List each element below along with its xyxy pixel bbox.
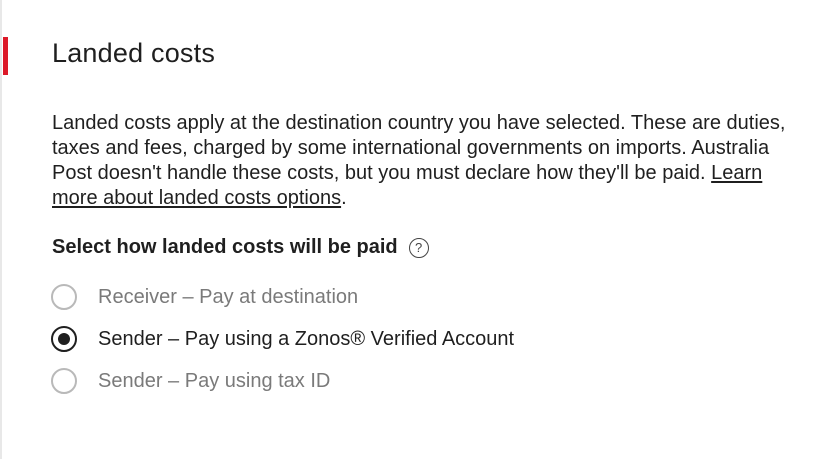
option-receiver-pay-at-destination[interactable]: Receiver – Pay at destination [51, 276, 514, 318]
section-title: Landed costs [52, 38, 216, 68]
section-description: Landed costs apply at the destination co… [52, 111, 792, 211]
question-label: Select how landed costs will be paid [52, 236, 398, 258]
section-accent-bar [3, 37, 8, 75]
option-sender-zonos-verified-account[interactable]: Sender – Pay using a Zonos® Verified Acc… [51, 318, 514, 360]
option-label: Receiver – Pay at destination [98, 285, 359, 308]
panel-left-border [0, 0, 2, 459]
radio-button-selected[interactable] [51, 326, 77, 352]
landed-costs-panel: Landed costs Landed costs apply at the d… [0, 0, 827, 459]
radio-button[interactable] [51, 284, 77, 310]
description-text: Landed costs apply at the destination co… [52, 112, 786, 184]
radio-button[interactable] [51, 368, 77, 394]
landed-costs-question: Select how landed costs will be paid ? [52, 236, 429, 259]
question-circle-icon[interactable]: ? [408, 237, 429, 258]
option-label: Sender – Pay using tax ID [98, 369, 331, 392]
option-sender-tax-id[interactable]: Sender – Pay using tax ID [51, 360, 514, 402]
payment-options-radio-group: Receiver – Pay at destination Sender – P… [51, 276, 514, 402]
option-label: Sender – Pay using a Zonos® Verified Acc… [98, 327, 515, 350]
radio-selected-dot [58, 333, 70, 345]
description-end: . [341, 187, 347, 209]
